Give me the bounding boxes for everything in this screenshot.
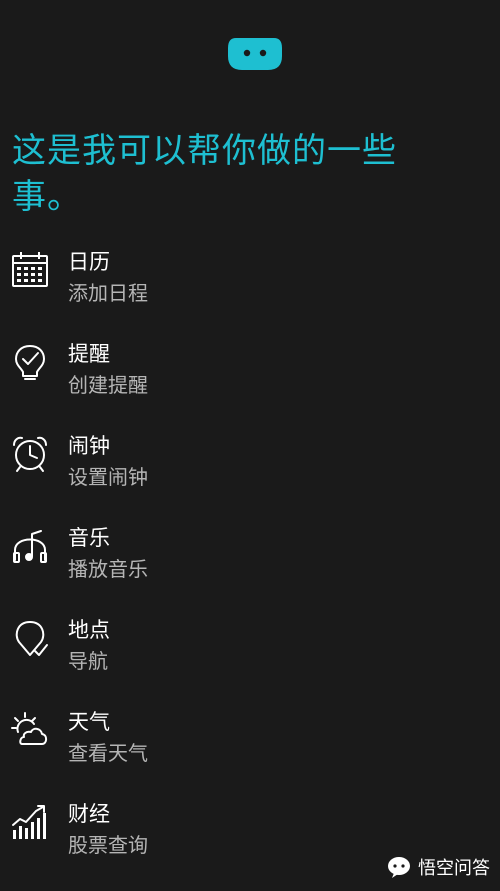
list-item-calendar[interactable]: 日历 添加日程 [0, 244, 500, 336]
suggestion-list: 日历 添加日程 提醒 创建提醒 闹钟 设置闹钟 音乐 播放音乐 地点 导航 天气… [0, 244, 500, 888]
cortana-home-screen: 这是我可以帮你做的一些事。 日历 添加日程 提醒 创建提醒 闹钟 设置闹钟 音乐… [0, 0, 500, 891]
list-item-weather[interactable]: 天气 查看天气 [0, 704, 500, 796]
list-item-reminder[interactable]: 提醒 创建提醒 [0, 336, 500, 428]
weather-icon [10, 710, 50, 750]
music-icon [10, 526, 50, 566]
finance-chart-icon [10, 802, 50, 842]
item-title: 提醒 [68, 342, 110, 366]
item-title: 日历 [68, 250, 110, 274]
item-subtitle: 导航 [68, 649, 108, 673]
item-title: 闹钟 [68, 434, 110, 458]
item-title: 地点 [68, 618, 110, 642]
item-title: 音乐 [68, 526, 110, 550]
item-subtitle: 设置闹钟 [68, 465, 148, 489]
watermark-text: 悟空问答 [418, 858, 490, 879]
watermark: 悟空问答 [386, 853, 490, 881]
cortana-avatar-icon [226, 34, 284, 72]
item-subtitle: 播放音乐 [68, 557, 148, 581]
list-item-alarm[interactable]: 闹钟 设置闹钟 [0, 428, 500, 520]
list-item-music[interactable]: 音乐 播放音乐 [0, 520, 500, 612]
item-subtitle: 添加日程 [68, 281, 148, 305]
headline: 这是我可以帮你做的一些事。 [12, 131, 397, 217]
reminder-icon [10, 342, 50, 382]
item-subtitle: 查看天气 [68, 741, 148, 765]
location-icon [10, 618, 50, 658]
item-subtitle: 创建提醒 [68, 373, 148, 397]
chat-bubble-icon [386, 854, 412, 880]
item-subtitle: 股票查询 [68, 833, 148, 857]
item-title: 财经 [68, 802, 110, 826]
item-title: 天气 [68, 710, 110, 734]
calendar-icon [10, 250, 50, 290]
list-item-location[interactable]: 地点 导航 [0, 612, 500, 704]
alarm-clock-icon [10, 434, 50, 474]
